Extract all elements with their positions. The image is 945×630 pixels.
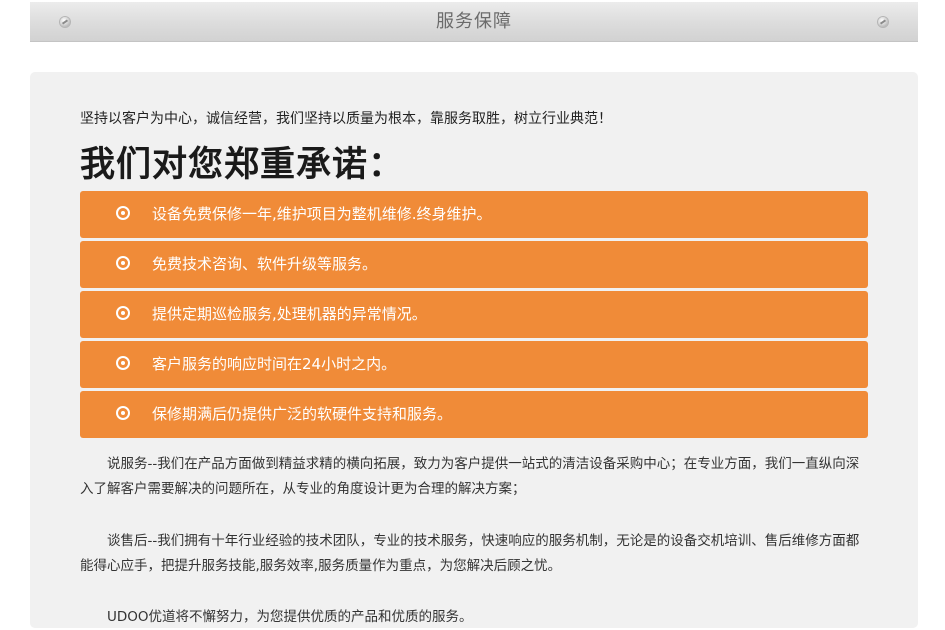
promise-text: 免费技术咨询、软件升级等服务。	[152, 255, 378, 273]
promise-item: 免费技术咨询、软件升级等服务。	[80, 241, 868, 288]
promise-text: 提供定期巡检服务,处理机器的异常情况。	[152, 305, 427, 323]
circle-dot-icon	[116, 406, 130, 420]
promise-heading: 我们对您郑重承诺：	[80, 145, 405, 185]
service-paragraph: 说服务--我们在产品方面做到精益求精的横向拓展，致力为客户提供一站式的清洁设备采…	[80, 456, 860, 497]
slogan-text: 坚持以客户为中心，诚信经营，我们坚持以质量为根本，靠服务取胜，树立行业典范！	[80, 111, 612, 127]
promise-item: 设备免费保修一年,维护项目为整机维修.终身维护。	[80, 191, 868, 238]
promise-text: 设备免费保修一年,维护项目为整机维修.终身维护。	[152, 205, 492, 223]
circle-dot-icon	[116, 256, 130, 270]
promise-text: 保修期满后仍提供广泛的软硬件支持和服务。	[152, 405, 453, 423]
service-guarantee-panel: 坚持以客户为中心，诚信经营，我们坚持以质量为根本，靠服务取胜，树立行业典范！ 我…	[30, 72, 918, 628]
promise-item: 提供定期巡检服务,处理机器的异常情况。	[80, 291, 868, 338]
promise-list: 设备免费保修一年,维护项目为整机维修.终身维护。 免费技术咨询、软件升级等服务。…	[80, 191, 868, 441]
closing-paragraph: UDOO优道将不懈努力，为您提供优质的产品和优质的服务。	[107, 609, 473, 625]
circle-dot-icon	[116, 306, 130, 320]
promise-text: 客户服务的响应时间在24小时之内。	[152, 355, 397, 373]
screw-icon	[878, 17, 888, 27]
after-sales-paragraph: 谈售后--我们拥有十年行业经验的技术团队，专业的技术服务，快速响应的服务机制，无…	[80, 533, 860, 574]
promise-item: 客户服务的响应时间在24小时之内。	[80, 341, 868, 388]
section-header: 服务保障	[30, 2, 918, 42]
circle-dot-icon	[116, 206, 130, 220]
promise-item: 保修期满后仍提供广泛的软硬件支持和服务。	[80, 391, 868, 438]
section-title: 服务保障	[436, 11, 512, 32]
circle-dot-icon	[116, 356, 130, 370]
